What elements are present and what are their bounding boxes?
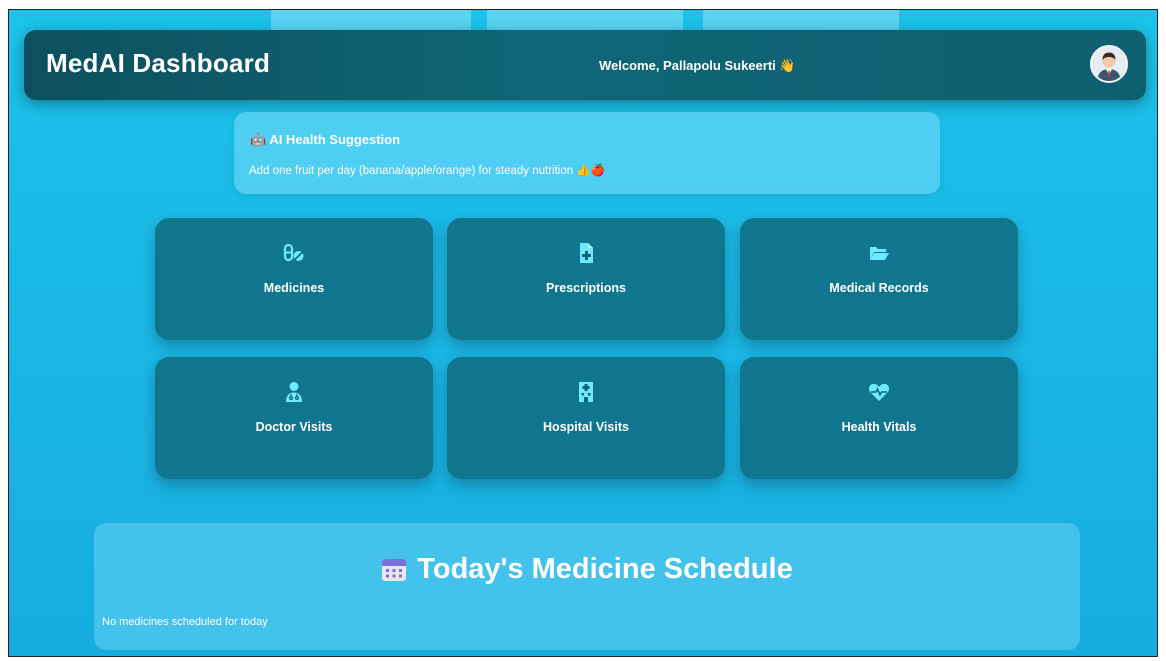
card-medical-records[interactable]: Medical Records bbox=[740, 218, 1018, 340]
calendar-icon bbox=[381, 556, 407, 590]
schedule-title: Today's Medicine Schedule bbox=[94, 553, 1080, 590]
ai-suggestion-title: 🤖 AI Health Suggestion bbox=[250, 132, 401, 147]
card-label: Medicines bbox=[263, 281, 325, 295]
medicine-schedule-panel: Today's Medicine Schedule No medicines s… bbox=[94, 523, 1080, 650]
card-prescriptions[interactable]: Prescriptions bbox=[447, 218, 725, 340]
folder-open-icon bbox=[868, 242, 890, 264]
card-label: Doctor Visits bbox=[255, 420, 333, 434]
card-label: Hospital Visits bbox=[543, 420, 629, 434]
file-medical-icon bbox=[575, 242, 597, 264]
card-doctor-visits[interactable]: Doctor Visits bbox=[155, 357, 433, 479]
user-avatar-icon[interactable] bbox=[1090, 45, 1128, 83]
ai-suggestion-panel: 🤖 AI Health Suggestion Add one fruit per… bbox=[234, 112, 940, 194]
dashboard-viewport: MedAI Dashboard Welcome, Pallapolu Sukee… bbox=[8, 9, 1158, 657]
welcome-message: Welcome, Pallapolu Sukeerti 👋 bbox=[599, 58, 796, 73]
card-label: Prescriptions bbox=[546, 281, 626, 295]
card-label: Medical Records bbox=[829, 281, 929, 295]
hospital-icon bbox=[575, 381, 597, 403]
schedule-empty-message: No medicines scheduled for today bbox=[102, 616, 268, 628]
card-label: Health Vitals bbox=[841, 420, 917, 434]
heart-pulse-icon bbox=[868, 381, 890, 403]
card-medicines[interactable]: Medicines bbox=[155, 218, 433, 340]
background-strip bbox=[487, 10, 683, 32]
background-strip bbox=[271, 10, 471, 32]
app-title: MedAI Dashboard bbox=[46, 48, 271, 78]
top-header: MedAI Dashboard Welcome, Pallapolu Sukee… bbox=[24, 30, 1146, 100]
card-hospital-visits[interactable]: Hospital Visits bbox=[447, 357, 725, 479]
schedule-title-text: Today's Medicine Schedule bbox=[417, 553, 793, 585]
doctor-icon bbox=[283, 381, 305, 403]
pills-icon bbox=[283, 242, 305, 264]
card-health-vitals[interactable]: Health Vitals bbox=[740, 357, 1018, 479]
ai-suggestion-text: Add one fruit per day (banana/apple/oran… bbox=[249, 165, 605, 177]
background-strip bbox=[703, 10, 899, 32]
